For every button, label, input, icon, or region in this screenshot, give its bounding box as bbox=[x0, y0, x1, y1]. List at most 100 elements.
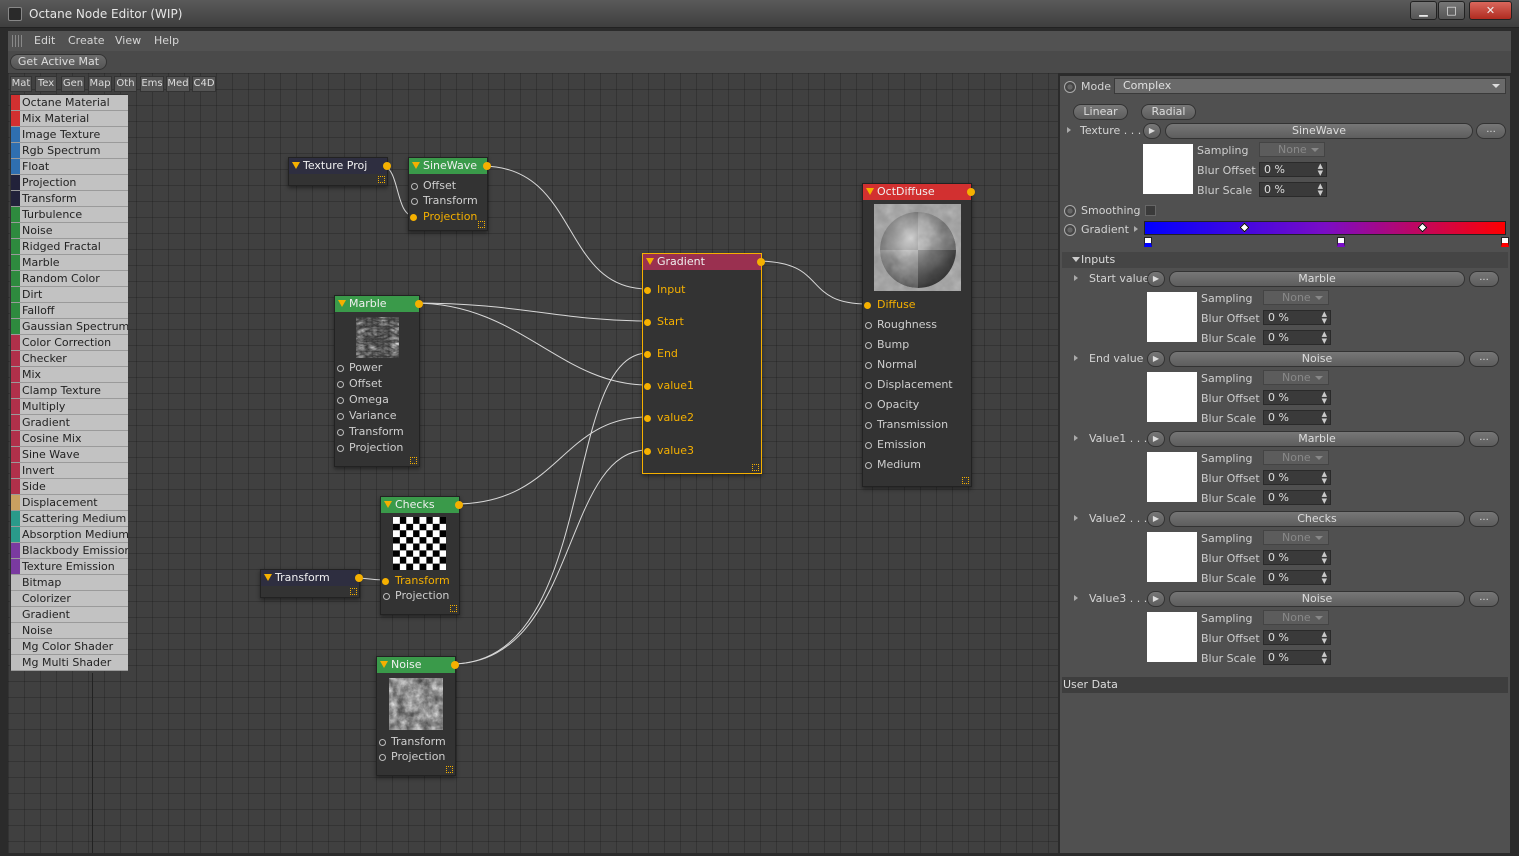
port-omega[interactable]: Omega bbox=[337, 392, 389, 408]
mode-dropdown[interactable]: Complex bbox=[1114, 78, 1506, 94]
node-list-item-mix[interactable]: Mix bbox=[11, 367, 128, 383]
output-pin[interactable] bbox=[483, 162, 491, 170]
input-more-button[interactable]: ... bbox=[1469, 591, 1499, 607]
expand-arrow-icon[interactable] bbox=[1074, 435, 1078, 441]
expand-arrow-icon[interactable] bbox=[1067, 127, 1071, 133]
blur-scale-field[interactable]: 0 % ▲ ▼ bbox=[1263, 650, 1331, 665]
output-pin[interactable] bbox=[757, 258, 765, 266]
resize-handle[interactable] bbox=[350, 588, 357, 595]
menu-edit[interactable]: Edit bbox=[34, 34, 55, 47]
node-list-item-float[interactable]: Float bbox=[11, 159, 128, 175]
input-arrow-button[interactable]: ▶ bbox=[1147, 431, 1165, 447]
node-list-item-checker[interactable]: Checker bbox=[11, 351, 128, 367]
port-value1[interactable]: value1 bbox=[644, 378, 694, 394]
expand-arrow-icon[interactable] bbox=[1074, 355, 1078, 361]
node-texture-proj[interactable]: Texture Proj bbox=[288, 157, 391, 186]
node-list-item-color-correction[interactable]: Color Correction bbox=[11, 335, 128, 351]
expand-arrow-icon[interactable] bbox=[1134, 226, 1138, 232]
input-arrow-button[interactable]: ▶ bbox=[1147, 591, 1165, 607]
maximize-button[interactable]: □ bbox=[1438, 1, 1465, 20]
input-more-button[interactable]: ... bbox=[1469, 271, 1499, 287]
tab-gen[interactable]: Gen bbox=[61, 76, 85, 92]
node-header[interactable]: Transform bbox=[261, 570, 363, 586]
sampling-dropdown[interactable]: None bbox=[1263, 290, 1329, 305]
node-list-item-multiply[interactable]: Multiply bbox=[11, 399, 128, 415]
node-list-item-side[interactable]: Side bbox=[11, 479, 128, 495]
node-header[interactable]: Texture Proj bbox=[289, 158, 391, 174]
node-list-item-gradient[interactable]: Gradient bbox=[11, 607, 128, 623]
blur-offset-field[interactable]: 0 % ▲ ▼ bbox=[1263, 310, 1331, 325]
smoothing-radio[interactable] bbox=[1064, 205, 1076, 217]
gradient-bar[interactable] bbox=[1144, 221, 1506, 235]
expand-arrow-icon[interactable] bbox=[1074, 515, 1078, 521]
input-shader-button-start-value[interactable]: Marble bbox=[1169, 271, 1465, 287]
get-active-mat-button[interactable]: Get Active Mat bbox=[10, 54, 107, 70]
collapse-icon[interactable] bbox=[264, 574, 272, 581]
port-roughness[interactable]: Roughness bbox=[865, 317, 937, 333]
port-value2[interactable]: value2 bbox=[644, 410, 694, 426]
resize-handle[interactable] bbox=[378, 176, 385, 183]
input-more-button[interactable]: ... bbox=[1469, 511, 1499, 527]
node-list-item-turbulence[interactable]: Turbulence bbox=[11, 207, 128, 223]
blur-offset-field[interactable]: 0 % ▲ ▼ bbox=[1263, 550, 1331, 565]
port-medium[interactable]: Medium bbox=[865, 457, 921, 473]
tab-map[interactable]: Map bbox=[88, 76, 112, 92]
port-projection[interactable]: Projection bbox=[337, 440, 403, 456]
node-transform[interactable]: Transform bbox=[260, 569, 363, 598]
radial-button[interactable]: Radial bbox=[1141, 104, 1196, 120]
node-list-item-sine-wave[interactable]: Sine Wave bbox=[11, 447, 128, 463]
collapse-icon[interactable] bbox=[384, 501, 392, 508]
port-transform[interactable]: Transform bbox=[411, 193, 478, 209]
port-power[interactable]: Power bbox=[337, 360, 382, 376]
menu-view[interactable]: View bbox=[115, 34, 141, 47]
node-list-item-invert[interactable]: Invert bbox=[11, 463, 128, 479]
resize-handle[interactable] bbox=[446, 766, 453, 773]
node-list-item-blackbody-emission[interactable]: Blackbody Emission bbox=[11, 543, 128, 559]
node-list-item-gradient[interactable]: Gradient bbox=[11, 415, 128, 431]
port-value3[interactable]: value3 bbox=[644, 443, 694, 459]
port-transmission[interactable]: Transmission bbox=[865, 417, 948, 433]
port-bump[interactable]: Bump bbox=[865, 337, 909, 353]
output-pin[interactable] bbox=[415, 300, 423, 308]
output-pin[interactable] bbox=[355, 574, 363, 582]
blur-scale-field[interactable]: 0 % ▲ ▼ bbox=[1263, 490, 1331, 505]
node-header[interactable]: Noise bbox=[377, 657, 459, 673]
resize-handle[interactable] bbox=[410, 457, 417, 464]
port-normal[interactable]: Normal bbox=[865, 357, 917, 373]
node-list-item-noise[interactable]: Noise bbox=[11, 623, 128, 639]
tab-tex[interactable]: Tex bbox=[35, 76, 57, 92]
tab-med[interactable]: Med bbox=[166, 76, 190, 92]
blur-offset-field[interactable]: 0 % ▲ ▼ bbox=[1263, 630, 1331, 645]
collapse-icon[interactable] bbox=[292, 162, 300, 169]
sampling-dropdown[interactable]: None bbox=[1263, 610, 1329, 625]
tab-mat[interactable]: Mat bbox=[10, 76, 32, 92]
node-header[interactable]: OctDiffuse bbox=[863, 184, 975, 200]
gradient-stop-purple[interactable] bbox=[1337, 237, 1345, 247]
texture-shader-button[interactable]: SineWave bbox=[1165, 123, 1473, 139]
node-list-item-absorption-medium[interactable]: Absorption Medium bbox=[11, 527, 128, 543]
user-data-section[interactable]: User Data bbox=[1062, 677, 1508, 693]
blur-offset-field[interactable]: 0 % ▲ ▼ bbox=[1263, 470, 1331, 485]
port-transform[interactable]: Transform bbox=[379, 734, 446, 750]
input-more-button[interactable]: ... bbox=[1469, 351, 1499, 367]
minimize-button[interactable]: ▁ bbox=[1410, 1, 1437, 20]
sampling-dropdown[interactable]: None bbox=[1263, 530, 1329, 545]
node-octdiffuse[interactable]: OctDiffuse Diffuse Roughness Bump Normal… bbox=[862, 183, 975, 487]
node-list-item-mg-multi-shader[interactable]: Mg Multi Shader bbox=[11, 655, 128, 671]
output-pin[interactable] bbox=[451, 661, 459, 669]
sampling-dropdown[interactable]: None bbox=[1259, 142, 1325, 157]
texture-arrow-button[interactable]: ▶ bbox=[1143, 123, 1161, 139]
node-list-item-transform[interactable]: Transform bbox=[11, 191, 128, 207]
node-list-item-noise[interactable]: Noise bbox=[11, 223, 128, 239]
node-list-item-marble[interactable]: Marble bbox=[11, 255, 128, 271]
node-list-item-image-texture[interactable]: Image Texture bbox=[11, 127, 128, 143]
node-header[interactable]: SineWave bbox=[409, 158, 491, 174]
tab-ems[interactable]: Ems bbox=[140, 76, 164, 92]
node-list-item-octane-material[interactable]: Octane Material bbox=[11, 95, 128, 111]
port-end[interactable]: End bbox=[644, 346, 678, 362]
expand-arrow-icon[interactable] bbox=[1074, 595, 1078, 601]
texture-more-button[interactable]: ... bbox=[1476, 123, 1506, 139]
blur-offset-field[interactable]: 0 % ▲ ▼ bbox=[1259, 162, 1327, 177]
sampling-dropdown[interactable]: None bbox=[1263, 450, 1329, 465]
expand-arrow-icon[interactable] bbox=[1074, 275, 1078, 281]
